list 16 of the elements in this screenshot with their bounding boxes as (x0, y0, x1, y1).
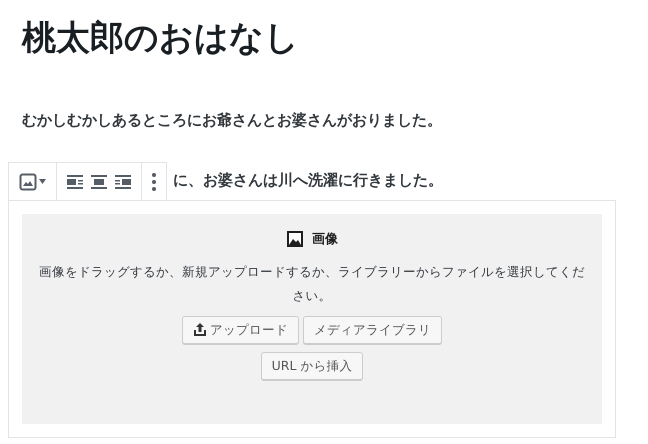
page-title: 桃太郎のおはなし (22, 17, 300, 60)
library-button[interactable]: メディアライブラリ (303, 316, 442, 344)
paragraph: むかしむかしあるところにお爺さんとお婆さんがおりました。 (22, 110, 443, 131)
upload-button[interactable]: アップロード (182, 316, 299, 344)
block-label: 画像 (312, 231, 338, 248)
align-right-icon (115, 174, 131, 188)
align-left-icon (67, 174, 83, 188)
url-button[interactable]: URL から挿入 (260, 352, 364, 380)
align-center-icon (91, 174, 107, 188)
instructions: 画像をドラッグするか、新規アップロードするか、ライブラリーからファイルを選択してください。 (38, 263, 586, 305)
upload-icon (193, 323, 207, 337)
image-icon (19, 172, 37, 190)
paragraph: に、お婆さんは川へ洗濯に行きました。 (173, 170, 443, 191)
image-icon (286, 230, 304, 248)
caret-icon (39, 179, 46, 184)
more-options-icon (152, 172, 156, 190)
